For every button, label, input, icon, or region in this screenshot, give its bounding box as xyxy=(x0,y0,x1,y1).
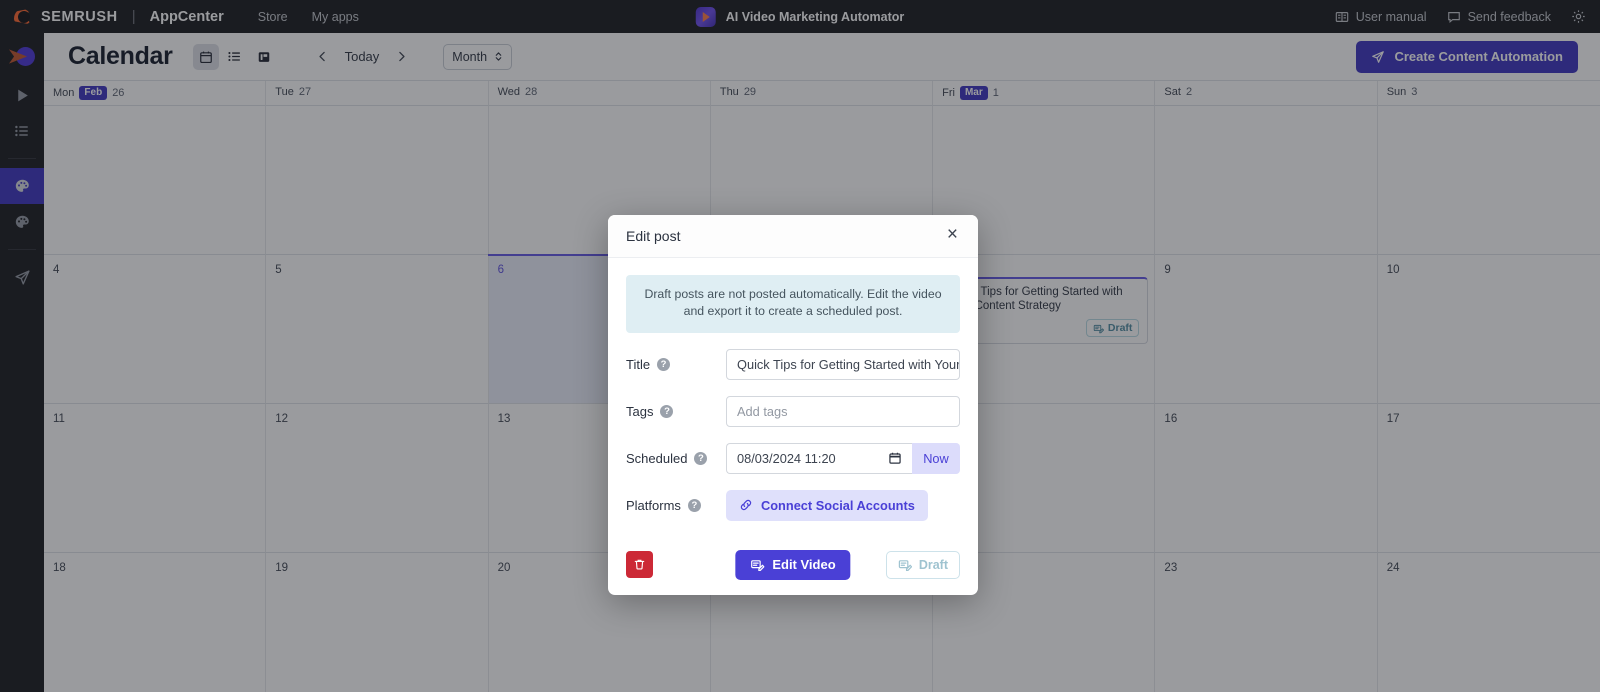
close-icon[interactable]: × xyxy=(945,223,960,249)
tags-label: Tags xyxy=(626,404,653,419)
link-icon xyxy=(739,498,753,512)
help-icon[interactable]: ? xyxy=(657,358,670,371)
delete-post-button[interactable] xyxy=(626,551,653,578)
title-input[interactable]: Quick Tips for Getting Started with Your… xyxy=(726,349,960,380)
app-root: SEMRUSH | AppCenter Store My apps AI Vid… xyxy=(0,0,1600,692)
calendar-icon[interactable] xyxy=(888,451,902,465)
scheduled-datetime-input[interactable]: 08/03/2024 11:20 xyxy=(726,443,912,474)
tags-input[interactable]: Add tags xyxy=(726,396,960,427)
field-row-title: Title ? Quick Tips for Getting Started w… xyxy=(626,349,960,380)
title-label: Title xyxy=(626,357,650,372)
draft-button[interactable]: Draft xyxy=(886,551,960,579)
now-button[interactable]: Now xyxy=(912,443,960,474)
modal-title: Edit post xyxy=(626,228,680,244)
field-row-platforms: Platforms ? Connect Social Accounts xyxy=(626,490,960,521)
modal-header: Edit post × xyxy=(608,215,978,258)
draft-notice: Draft posts are not posted automatically… xyxy=(626,275,960,333)
trash-icon xyxy=(633,558,646,571)
platforms-label-group: Platforms ? xyxy=(626,498,726,513)
platforms-label: Platforms xyxy=(626,498,681,513)
tags-label-group: Tags ? xyxy=(626,404,726,419)
modal-footer: Edit Video Draft xyxy=(608,537,978,595)
help-icon[interactable]: ? xyxy=(694,452,707,465)
scheduled-label-group: Scheduled ? xyxy=(626,451,726,466)
field-row-scheduled: Scheduled ? 08/03/2024 11:20 xyxy=(626,443,960,474)
help-icon[interactable]: ? xyxy=(660,405,673,418)
field-row-tags: Tags ? Add tags xyxy=(626,396,960,427)
title-label-group: Title ? xyxy=(626,357,726,372)
edit-post-modal: Edit post × Draft posts are not posted a… xyxy=(608,215,978,595)
edit-video-button[interactable]: Edit Video xyxy=(735,550,850,580)
edit-video-label: Edit Video xyxy=(772,557,835,572)
scheduled-value: 08/03/2024 11:20 xyxy=(737,451,836,466)
draft-icon xyxy=(898,558,912,572)
scheduled-label: Scheduled xyxy=(626,451,687,466)
draft-button-label: Draft xyxy=(919,558,948,572)
connect-social-accounts-label: Connect Social Accounts xyxy=(761,498,915,513)
scheduled-control: 08/03/2024 11:20 Now xyxy=(726,443,960,474)
modal-body: Draft posts are not posted automatically… xyxy=(608,258,978,527)
help-icon[interactable]: ? xyxy=(688,499,701,512)
draft-icon xyxy=(750,558,764,572)
connect-social-accounts-button[interactable]: Connect Social Accounts xyxy=(726,490,928,521)
